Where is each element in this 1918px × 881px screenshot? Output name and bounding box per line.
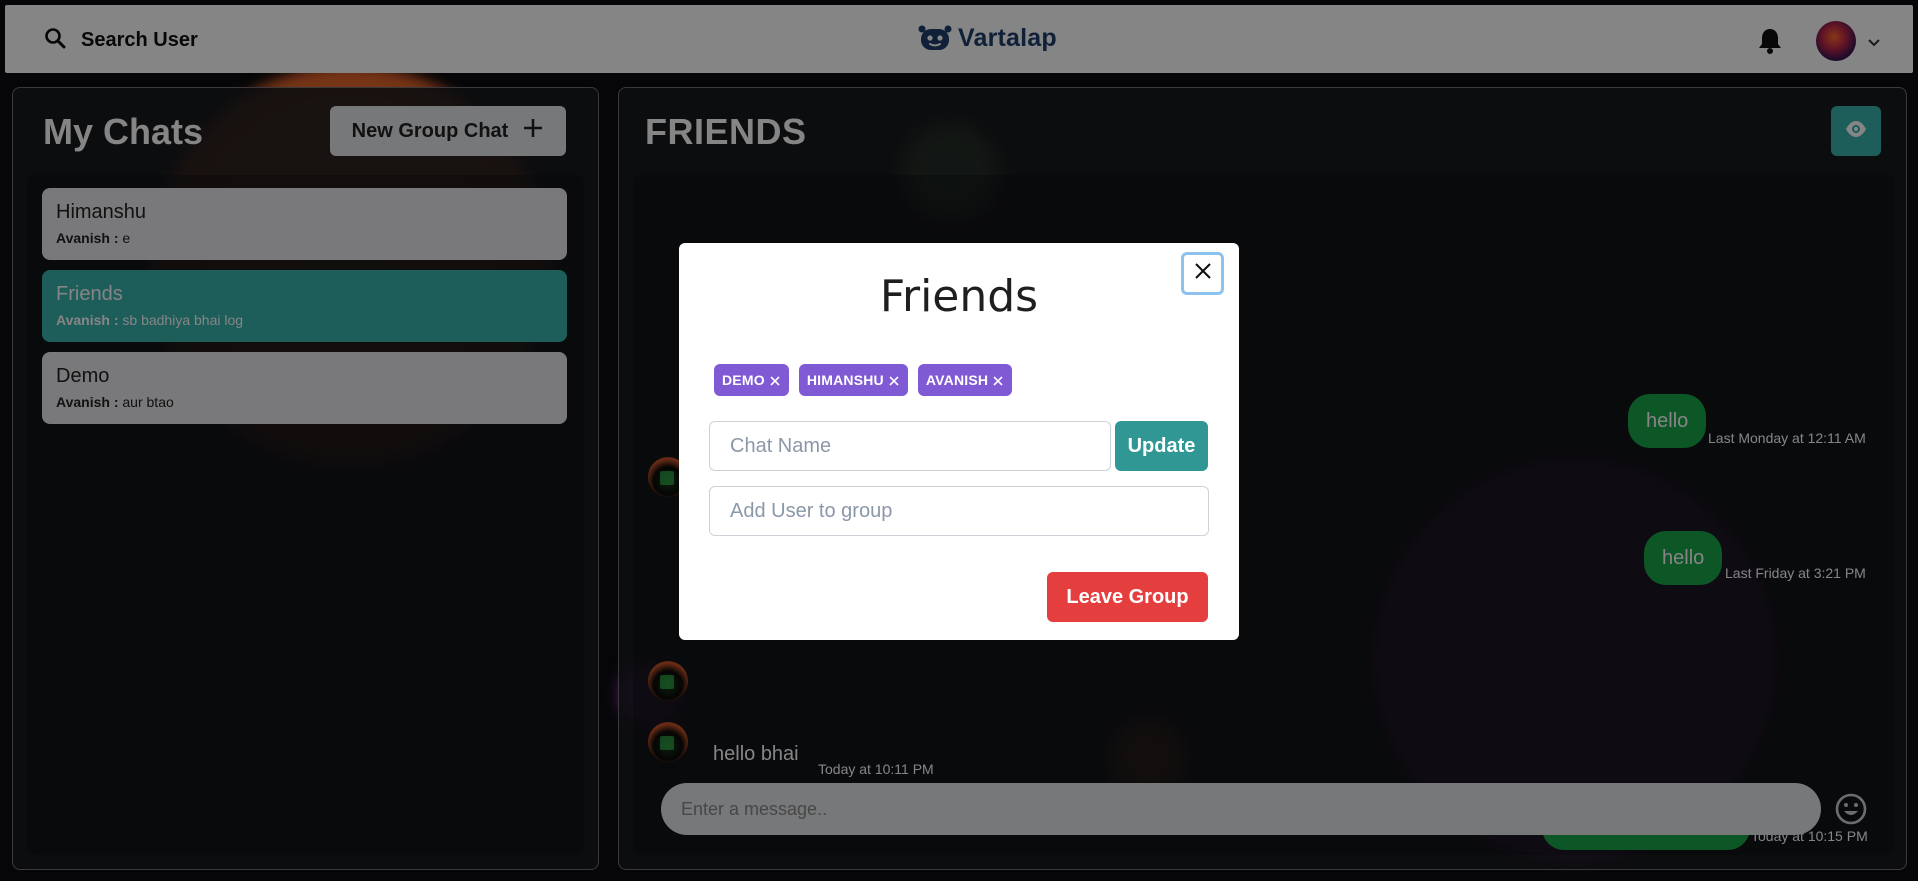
member-tag[interactable]: HIMANSHU — [798, 364, 908, 396]
modal-title: Friends — [879, 271, 1039, 322]
leave-group-button[interactable]: Leave Group — [1047, 572, 1208, 622]
chat-name-input[interactable] — [709, 421, 1111, 471]
app-root: Search User Vartalap My Chats New Group … — [0, 0, 1918, 881]
close-button[interactable] — [1181, 252, 1224, 295]
add-user-input[interactable] — [709, 486, 1209, 536]
remove-member-icon[interactable] — [992, 374, 1004, 386]
member-tag[interactable]: AVANISH — [917, 364, 1013, 396]
group-settings-modal: Friends DEMO HIMANSHU AVANISH Update Lea… — [679, 243, 1239, 640]
close-icon — [1194, 262, 1212, 285]
member-tag-label: DEMO — [722, 372, 765, 388]
remove-member-icon[interactable] — [769, 374, 781, 386]
member-tag[interactable]: DEMO — [714, 364, 789, 396]
member-tags: DEMO HIMANSHU AVANISH — [714, 364, 1013, 396]
member-tag-label: HIMANSHU — [806, 372, 884, 388]
remove-member-icon[interactable] — [888, 374, 900, 386]
update-button[interactable]: Update — [1115, 421, 1208, 471]
member-tag-label: AVANISH — [925, 372, 989, 388]
